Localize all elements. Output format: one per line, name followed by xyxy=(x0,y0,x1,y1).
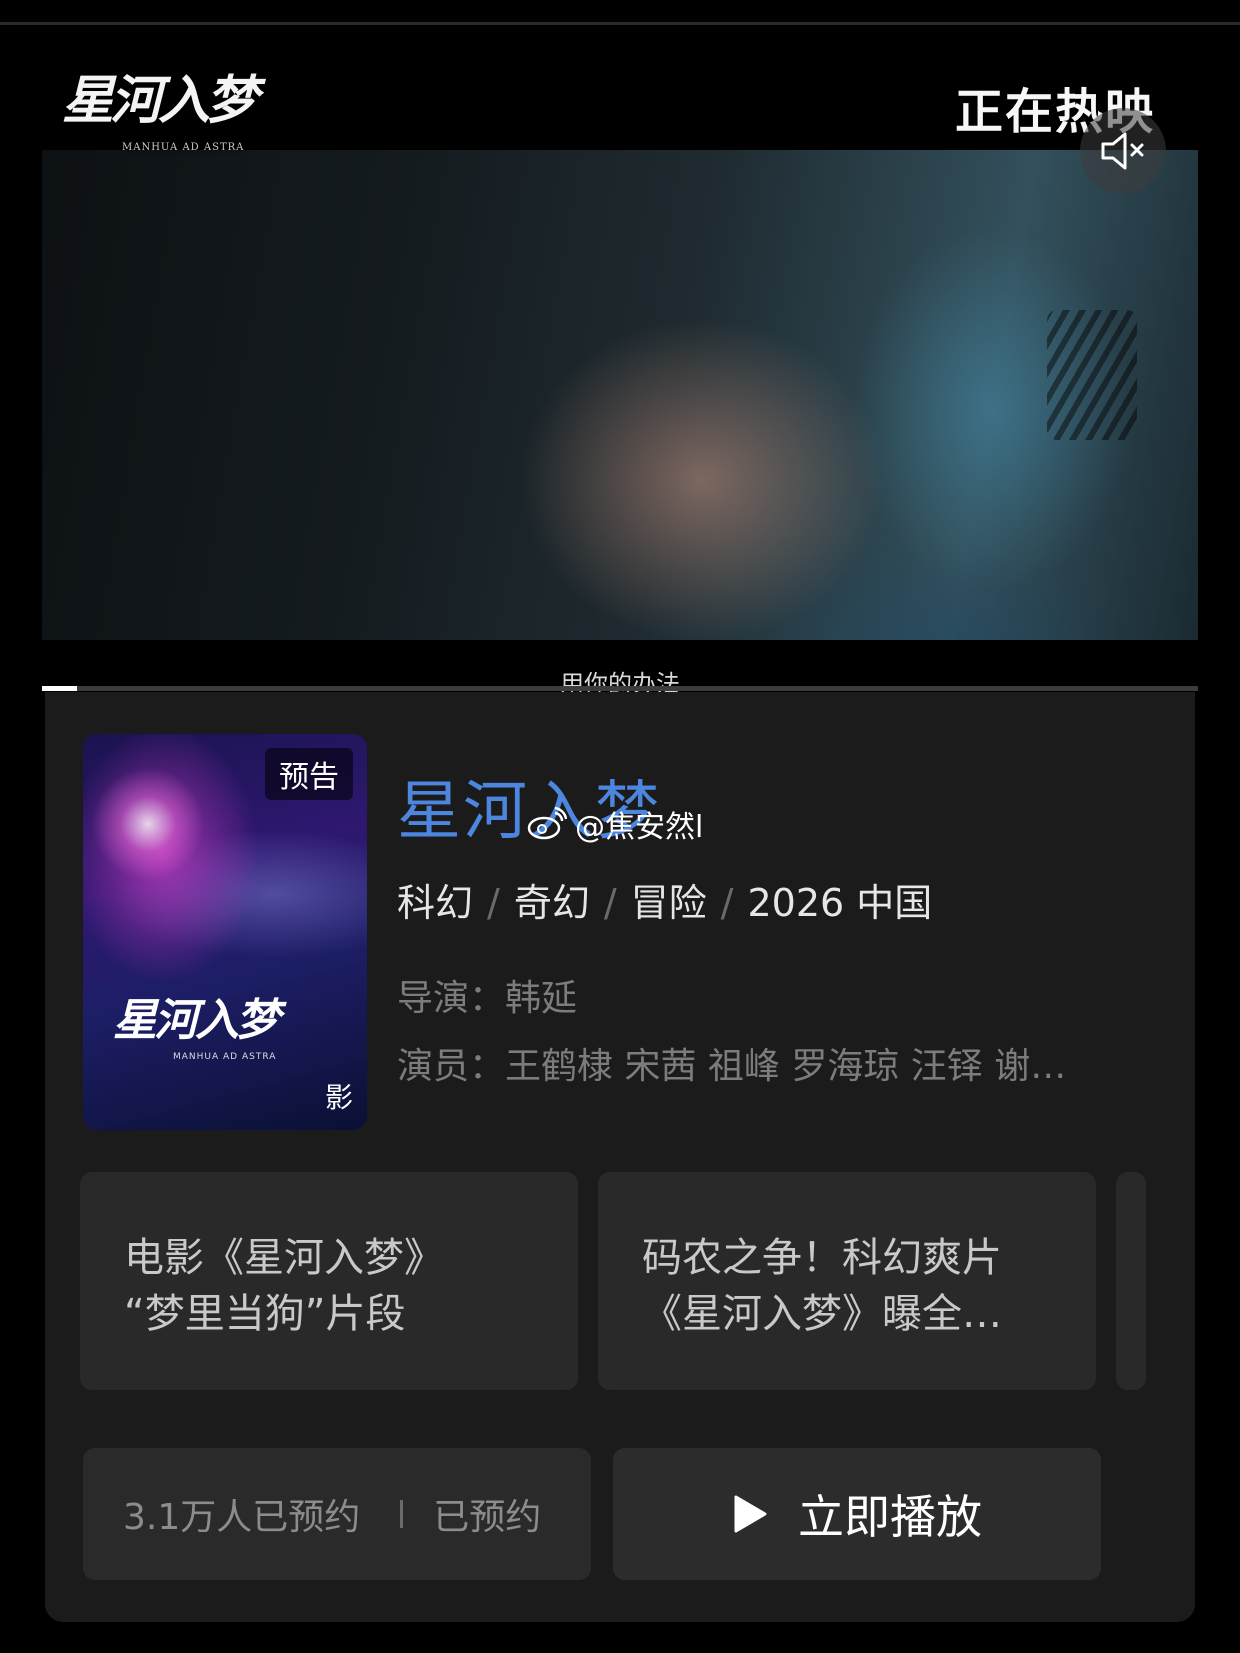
reserved-label: 已预约 xyxy=(433,1497,542,1538)
poster-subtitle: MANHUA AD ASTRA xyxy=(173,1052,277,1062)
director-label: 导演： xyxy=(397,978,506,1019)
play-now-label: 立即播放 xyxy=(798,1490,982,1544)
meta-separator: / xyxy=(720,881,734,925)
video-player[interactable] xyxy=(42,150,1198,640)
clip-title-line2: “梦里当狗”片段 xyxy=(124,1291,406,1337)
weibo-icon xyxy=(527,807,567,840)
genre-3: 冒险 xyxy=(630,881,707,925)
video-progress-fill xyxy=(42,686,77,691)
poster-title-art: 星河入梦 xyxy=(113,995,280,1046)
reserve-button[interactable]: 3.1万人已预约 已预约 xyxy=(83,1448,591,1580)
cast-names: 王鹤棣 宋茜 祖峰 罗海琼 汪铎 谢… xyxy=(505,1046,1067,1087)
movie-poster[interactable]: 预告 星河入梦 MANHUA AD ASTRA 影 xyxy=(83,734,367,1130)
clip-title-line2: 《星河入梦》曝全… xyxy=(642,1291,1002,1337)
movie-logo-text: 星河入梦 xyxy=(62,70,258,131)
clip-card-3-peek[interactable] xyxy=(1116,1172,1146,1390)
video-progress-bar[interactable] xyxy=(42,686,1198,691)
cast-line: 演员：王鹤棣 宋茜 祖峰 罗海琼 汪铎 谢… xyxy=(397,1042,1137,1092)
cast-label: 演员： xyxy=(397,1046,506,1087)
mute-icon xyxy=(1101,132,1144,170)
genre-1: 科幻 xyxy=(397,881,474,925)
clip-card-1[interactable]: 电影《星河入梦》 “梦里当狗”片段 xyxy=(80,1172,578,1390)
video-frame-detail xyxy=(1047,310,1137,440)
watermark-text: @焦安然l xyxy=(575,810,704,845)
year-region: 2026 中国 xyxy=(747,881,933,925)
reserve-count: 3.1万人已预约 xyxy=(123,1497,361,1538)
clip-card-2[interactable]: 码农之争！科幻爽片 《星河入梦》曝全… xyxy=(598,1172,1096,1390)
movie-meta: 科幻 / 奇幻 / 冒险 / 2026 中国 xyxy=(397,878,932,928)
weibo-watermark: @焦安然l xyxy=(527,802,703,846)
movie-logo: 星河入梦 MANHUA AD ASTRA xyxy=(62,64,272,174)
mute-button[interactable] xyxy=(1080,108,1166,194)
movie-info-card: 预告 星河入梦 MANHUA AD ASTRA 影 星河入梦 @焦安然l 科幻 /… xyxy=(45,692,1195,1622)
play-icon xyxy=(734,1495,767,1533)
director-name: 韩延 xyxy=(505,978,578,1019)
play-now-button[interactable]: 立即播放 xyxy=(613,1448,1101,1580)
trailer-tag: 预告 xyxy=(265,748,353,800)
director-line: 导演：韩延 xyxy=(397,974,577,1024)
clip-title-line1: 码农之争！科幻爽片 xyxy=(642,1235,1002,1281)
clip-title-line1: 电影《星河入梦》 xyxy=(124,1235,444,1281)
genre-2: 奇幻 xyxy=(513,881,590,925)
reserve-divider xyxy=(400,1500,404,1528)
meta-separator: / xyxy=(603,881,617,925)
poster-corner-label: 影 xyxy=(324,1081,353,1114)
top-divider xyxy=(0,22,1240,25)
meta-separator: / xyxy=(487,881,500,925)
movie-logo-subtext: MANHUA AD ASTRA xyxy=(122,142,245,153)
